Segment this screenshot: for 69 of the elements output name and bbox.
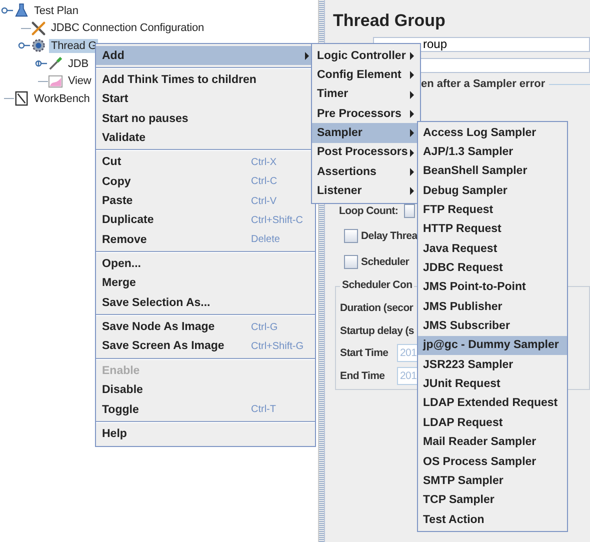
menu-item[interactable]: Access Log Sampler [418,123,567,142]
menu-item[interactable]: Test Action [418,510,567,530]
menu-item[interactable]: Mail Reader Sampler [418,432,567,452]
menu-item[interactable]: Config Element [312,65,420,85]
group-legend: en after a Sampler error [421,78,546,90]
field-label: Loop Count: [339,205,398,217]
menu-item[interactable]: LDAP Extended Request [418,394,567,414]
tree-handle-icon[interactable] [1,6,13,16]
menu-item[interactable]: Save Selection As... [96,293,315,312]
menu-item[interactable]: Merge [96,274,315,294]
pipette-icon [48,56,63,72]
menu-item[interactable]: JMS Point-to-Point [418,278,567,298]
menu-item[interactable]: JDBC Request [418,258,567,278]
menu-item[interactable]: Timer [312,84,420,104]
menu-item[interactable]: Sampler [312,123,420,143]
checkbox-label: Scheduler [361,256,410,268]
menu-item[interactable]: HTTP Request [418,220,567,240]
menu-item[interactable]: Pre Processors [312,104,420,124]
tree-item[interactable]: Test Plan [32,4,80,18]
checkbox[interactable] [344,254,358,268]
tools-icon [31,20,46,36]
menu-item[interactable]: JMS Subscriber [418,316,567,336]
menu-item[interactable]: Debug Sampler [418,181,567,200]
menu-item[interactable]: Open... [96,254,315,274]
checkbox[interactable] [404,204,416,218]
checkbox-label: Delay Threa [361,230,418,242]
menu-item[interactable]: Duplicate Ctrl+Shift-C [96,210,315,230]
menu-item[interactable]: Save Screen As Image Ctrl+Shift-G [96,336,315,356]
notebook-icon [14,91,29,106]
menu-item[interactable]: jp@gc - Dummy Sampler [418,336,567,356]
menu-item[interactable]: FTP Request [418,200,567,220]
menu-item[interactable]: AJP/1.3 Sampler [418,142,567,162]
menu-item[interactable]: Java Request [418,239,567,258]
flask-icon [14,3,29,18]
tree-item[interactable]: View [66,74,92,88]
menu-item[interactable]: Start no pauses [96,109,315,128]
tree-handle-icon[interactable] [18,41,30,50]
menu-item[interactable]: Disable [96,380,315,400]
menu-item[interactable]: Paste Ctrl-V [96,191,315,211]
menu-item[interactable]: Help [96,424,315,444]
menu-item[interactable]: JMS Publisher [418,297,567,316]
field-label: Start Time [340,347,390,360]
menu-item[interactable]: Copy Ctrl-C [96,172,315,192]
menu-item[interactable]: Validate [96,128,315,148]
menu-item[interactable]: SMTP Sampler [418,471,567,491]
menu-item[interactable]: Cut Ctrl-X [96,152,315,172]
tree-item[interactable]: JDB [66,56,90,71]
menu-item[interactable]: LDAP Request [418,413,567,432]
gear-icon [31,38,46,54]
checkbox[interactable] [344,228,358,242]
menu-item[interactable]: OS Process Sampler [418,452,567,472]
menu-item[interactable]: Add Think Times to children [96,70,315,90]
group-legend: Scheduler Con [340,279,414,291]
field-label: End Time [340,370,386,382]
menu-item[interactable]: Save Node As Image Ctrl-G [96,317,315,337]
field-label: Duration (secor [340,302,414,314]
menu-item[interactable]: JUnit Request [418,374,567,394]
menu-item[interactable]: Toggle Ctrl-T [96,400,315,420]
tree-item[interactable]: JDBC Connection Configuration [49,21,206,36]
tree-item[interactable]: WorkBench [32,92,91,106]
menu-item[interactable]: Start [96,90,315,110]
menu-item[interactable]: TCP Sampler [418,490,567,510]
field-label: Startup delay (s [340,324,414,337]
panel-title: Thread Group [333,11,446,31]
tree-handle-icon[interactable] [35,59,47,68]
chart-icon [48,74,63,89]
menu-item[interactable]: BeanShell Sampler [418,162,567,182]
menu-item[interactable]: Remove Delete [96,230,315,250]
menu-item[interactable]: JSR223 Sampler [418,355,567,374]
